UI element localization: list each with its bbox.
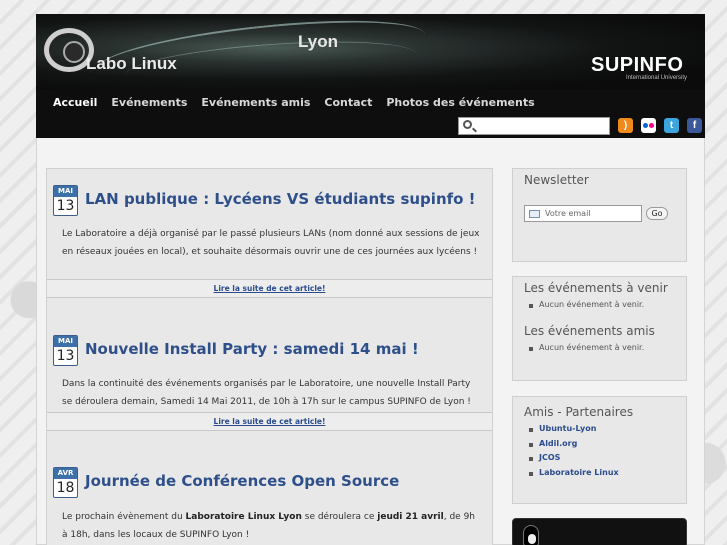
friend-events-title: Les événements amis — [524, 323, 655, 338]
supinfo-logo[interactable]: SUPINFO — [591, 54, 683, 77]
article-title[interactable]: Journée de Conférences Open Source — [85, 472, 399, 490]
partner-link[interactable]: Aldil.org — [527, 437, 686, 452]
read-more-bar: Lire la suite de cet article! — [47, 279, 492, 298]
search-icon — [463, 120, 472, 129]
read-more-link[interactable]: Lire la suite de cet article! — [214, 284, 326, 293]
banner: Labo Linux Lyon SUPINFO International Un… — [36, 14, 705, 96]
nav-item-accueil[interactable]: Accueil — [46, 96, 104, 109]
list-item: Aucun événement à venir. — [527, 298, 686, 313]
nav-item-evenements[interactable]: Evénements — [104, 96, 194, 109]
date-day: 13 — [56, 348, 75, 364]
nav-item-evenements-amis[interactable]: Evénements amis — [194, 96, 317, 109]
rss-icon[interactable]: ) — [618, 118, 633, 133]
partners-title: Amis - Partenaires — [524, 405, 634, 419]
events-title: Les événements à venir — [524, 281, 668, 295]
email-field[interactable]: Votre email — [524, 205, 642, 222]
partners-list: Ubuntu-Lyon Aldil.org JCOS Laboratoire L… — [513, 419, 686, 480]
content-area: MAI 13 LAN publique : Lycéens VS étudian… — [36, 138, 705, 545]
articles-column: MAI 13 LAN publique : Lycéens VS étudian… — [46, 168, 493, 545]
date-day: 13 — [56, 198, 75, 214]
date-badge: MAI 13 — [53, 335, 78, 366]
email-placeholder: Votre email — [545, 209, 591, 218]
envelope-icon — [529, 210, 540, 218]
nav-item-photos[interactable]: Photos des événements — [379, 96, 541, 109]
site-wrapper: Labo Linux Lyon SUPINFO International Un… — [36, 14, 705, 545]
article-excerpt: Dans la continuité des événements organi… — [62, 379, 471, 407]
site-header: Labo Linux Lyon SUPINFO International Un… — [36, 14, 705, 138]
site-logo-text[interactable]: Labo Linux — [86, 54, 177, 74]
excerpt-text: Le prochain évènement du — [62, 512, 186, 522]
header-toolbar: ) t f — [36, 115, 705, 138]
date-badge: AVR 18 — [53, 467, 78, 498]
article-excerpt: Le prochain évènement du Laboratoire Lin… — [62, 508, 480, 544]
date-badge: MAI 13 — [53, 185, 78, 216]
search-box[interactable] — [458, 117, 610, 135]
facebook-icon[interactable]: f — [687, 118, 702, 133]
partner-link[interactable]: JCOS — [527, 451, 686, 466]
read-more-bar: Lire la suite de cet article! — [47, 412, 492, 431]
main-nav: Accueil Evénements Evénements amis Conta… — [36, 89, 705, 115]
nav-item-contact[interactable]: Contact — [317, 96, 379, 109]
newsletter-go-button[interactable]: Go — [646, 207, 668, 220]
date-day: 18 — [56, 480, 75, 496]
supinfo-subtitle: International University — [626, 75, 688, 81]
date-month: MAI — [54, 186, 77, 197]
friend-events-list: Aucun événement à venir. — [513, 338, 686, 356]
twitter-icon[interactable]: t — [664, 118, 679, 133]
site-city: Lyon — [298, 32, 338, 51]
excerpt-text: se déroulera ce — [301, 512, 378, 522]
date-month: AVR — [54, 468, 77, 479]
date-month: MAI — [54, 336, 77, 347]
excerpt-bold: jeudi 21 avril — [377, 512, 444, 522]
newsletter-title: Newsletter — [524, 173, 589, 187]
search-input[interactable] — [477, 119, 607, 133]
flickr-icon[interactable] — [641, 118, 656, 133]
newsletter-box: Newsletter Votre email Go — [512, 168, 687, 262]
partner-link[interactable]: Laboratoire Linux — [527, 466, 686, 481]
article-title[interactable]: Nouvelle Install Party : samedi 14 mai ! — [85, 340, 419, 358]
tux-penguin-icon — [523, 525, 539, 545]
list-item: Aucun événement à venir. — [527, 341, 686, 356]
events-list: Aucun événement à venir. — [513, 295, 686, 313]
partner-link[interactable]: Ubuntu-Lyon — [527, 422, 686, 437]
events-box: Les événements à venir Aucun événement à… — [512, 276, 687, 381]
article-title[interactable]: LAN publique : Lycéens VS étudiants supi… — [85, 190, 476, 208]
article-excerpt: Le Laboratoire a déjà organisé par le pa… — [62, 229, 480, 257]
read-more-link[interactable]: Lire la suite de cet article! — [214, 417, 326, 426]
partners-box: Amis - Partenaires Ubuntu-Lyon Aldil.org… — [512, 396, 687, 504]
tux-widget — [512, 518, 687, 545]
excerpt-bold: Laboratoire Linux Lyon — [185, 512, 302, 522]
